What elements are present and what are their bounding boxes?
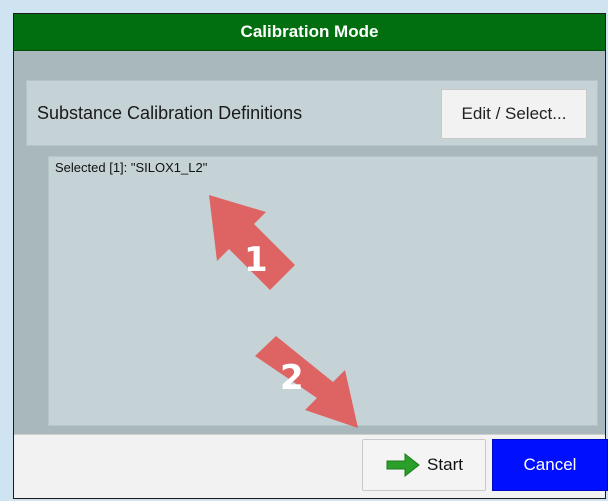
right-arrow-icon xyxy=(385,452,421,478)
list-item[interactable]: Selected [1]: "SILOX1_L2" xyxy=(55,160,207,175)
start-label: Start xyxy=(427,455,463,474)
dialog-title: Calibration Mode xyxy=(14,14,605,51)
definitions-label: Substance Calibration Definitions xyxy=(37,103,303,123)
definitions-header: Substance Calibration Definitions Edit /… xyxy=(26,80,598,146)
annotation-label-2: 2 xyxy=(280,358,304,398)
edit-select-button[interactable]: Edit / Select... xyxy=(441,89,587,139)
calibration-dialog: Calibration Mode Substance Calibration D… xyxy=(13,13,608,499)
dialog-footer: Start Cancel xyxy=(14,434,608,498)
cancel-button[interactable]: Cancel xyxy=(492,439,608,491)
start-button[interactable]: Start xyxy=(362,439,486,491)
annotation-label-1: 1 xyxy=(244,240,268,280)
selection-list: Selected [1]: "SILOX1_L2" xyxy=(48,156,598,426)
